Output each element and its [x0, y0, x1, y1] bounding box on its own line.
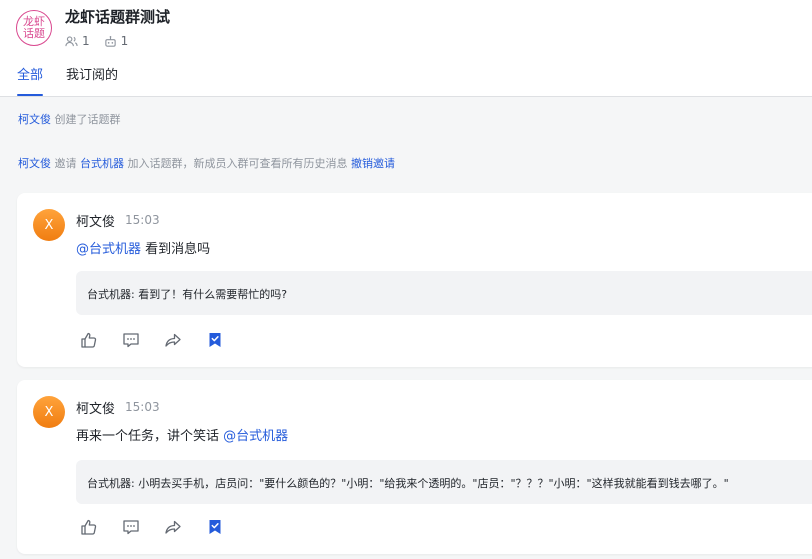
action-bar [79, 330, 247, 350]
system-message-created: 柯文俊 创建了话题群 [18, 111, 121, 127]
members-count-button[interactable]: 1 [65, 34, 90, 48]
message-body: 看到消息吗 [141, 242, 211, 257]
system-user-link[interactable]: 柯文俊 [18, 113, 51, 126]
topic-group-window: 龙虾 话题 龙虾话题群测试 1 1 全部 我订阅的 柯文俊 创建了话题群 柯文俊… [0, 0, 812, 559]
group-avatar[interactable]: 龙虾 话题 [16, 10, 52, 46]
reply-button[interactable] [121, 330, 141, 350]
reply-text: 台式机器: 看到了！有什么需要帮忙的吗? [87, 288, 288, 301]
share-icon [165, 333, 181, 347]
avatar[interactable]: X [33, 209, 65, 241]
reply-text: 台式机器: 小明去买手机，店员问："要什么颜色的？"小明："给我来个透明的。"店… [87, 477, 729, 490]
action-bar [79, 517, 247, 537]
mention-link[interactable]: @台式机器 [76, 242, 141, 257]
tab-subscribed[interactable]: 我订阅的 [66, 64, 118, 95]
topic-feed: 柯文俊 创建了话题群 柯文俊 邀请 台式机器 加入话题群，新成员入群可查看所有历… [0, 97, 812, 559]
message-body: 再来一个任务，讲个笑话 [76, 429, 224, 444]
group-meta: 1 1 [65, 34, 142, 48]
reply-button[interactable] [121, 517, 141, 537]
bookmark-button[interactable] [205, 517, 225, 537]
avatar[interactable]: X [33, 396, 65, 428]
topic-tabs: 全部 我订阅的 [17, 64, 141, 96]
forward-button[interactable] [163, 330, 183, 350]
robot-icon [104, 35, 116, 47]
bookmark-check-icon [209, 333, 221, 347]
members-icon [65, 35, 78, 46]
topic-card[interactable]: X 柯文俊 15:03 再来一个任务，讲个笑话 @台式机器 台式机器: 小明去买… [17, 380, 812, 554]
revoke-invite-link[interactable]: 撤销邀请 [351, 157, 395, 170]
message-text: 再来一个任务，讲个笑话 @台式机器 [76, 425, 288, 444]
members-count: 1 [82, 34, 90, 48]
bots-count: 1 [120, 34, 129, 48]
like-button[interactable] [79, 330, 99, 350]
group-header: 龙虾 话题 龙虾话题群测试 1 1 全部 我订阅的 [0, 0, 812, 97]
sender-name[interactable]: 柯文俊 [76, 211, 115, 230]
message-text: @台式机器 看到消息吗 [76, 238, 210, 257]
like-button[interactable] [79, 517, 99, 537]
topic-card[interactable]: X 柯文俊 15:03 @台式机器 看到消息吗 台式机器: 看到了！有什么需要帮… [17, 193, 812, 367]
system-text: 邀请 [51, 157, 80, 170]
group-avatar-text-line2: 话题 [23, 27, 45, 40]
system-bot-link[interactable]: 台式机器 [80, 157, 124, 170]
bots-count-button[interactable]: 1 [104, 34, 129, 48]
thumbs-up-icon [81, 519, 97, 535]
share-icon [165, 520, 181, 534]
system-message-invited: 柯文俊 邀请 台式机器 加入话题群，新成员入群可查看所有历史消息 撤销邀请 [18, 155, 395, 171]
message-time: 15:03 [125, 400, 160, 414]
bookmark-check-icon [209, 520, 221, 534]
tab-all[interactable]: 全部 [17, 64, 44, 96]
mention-link[interactable]: @台式机器 [223, 429, 288, 444]
comment-icon [123, 333, 139, 348]
thumbs-up-icon [81, 332, 97, 348]
forward-button[interactable] [163, 517, 183, 537]
message-time: 15:03 [125, 213, 160, 227]
system-text: 加入话题群，新成员入群可查看所有历史消息 [124, 157, 351, 170]
reply-preview[interactable]: 台式机器: 小明去买手机，店员问："要什么颜色的？"小明："给我来个透明的。"店… [76, 460, 812, 504]
comment-icon [123, 520, 139, 535]
bookmark-button[interactable] [205, 330, 225, 350]
system-text: 创建了话题群 [51, 113, 121, 126]
system-user-link[interactable]: 柯文俊 [18, 157, 51, 170]
reply-preview[interactable]: 台式机器: 看到了！有什么需要帮忙的吗? [76, 271, 812, 315]
group-title: 龙虾话题群测试 [65, 8, 171, 26]
sender-name[interactable]: 柯文俊 [76, 398, 115, 417]
